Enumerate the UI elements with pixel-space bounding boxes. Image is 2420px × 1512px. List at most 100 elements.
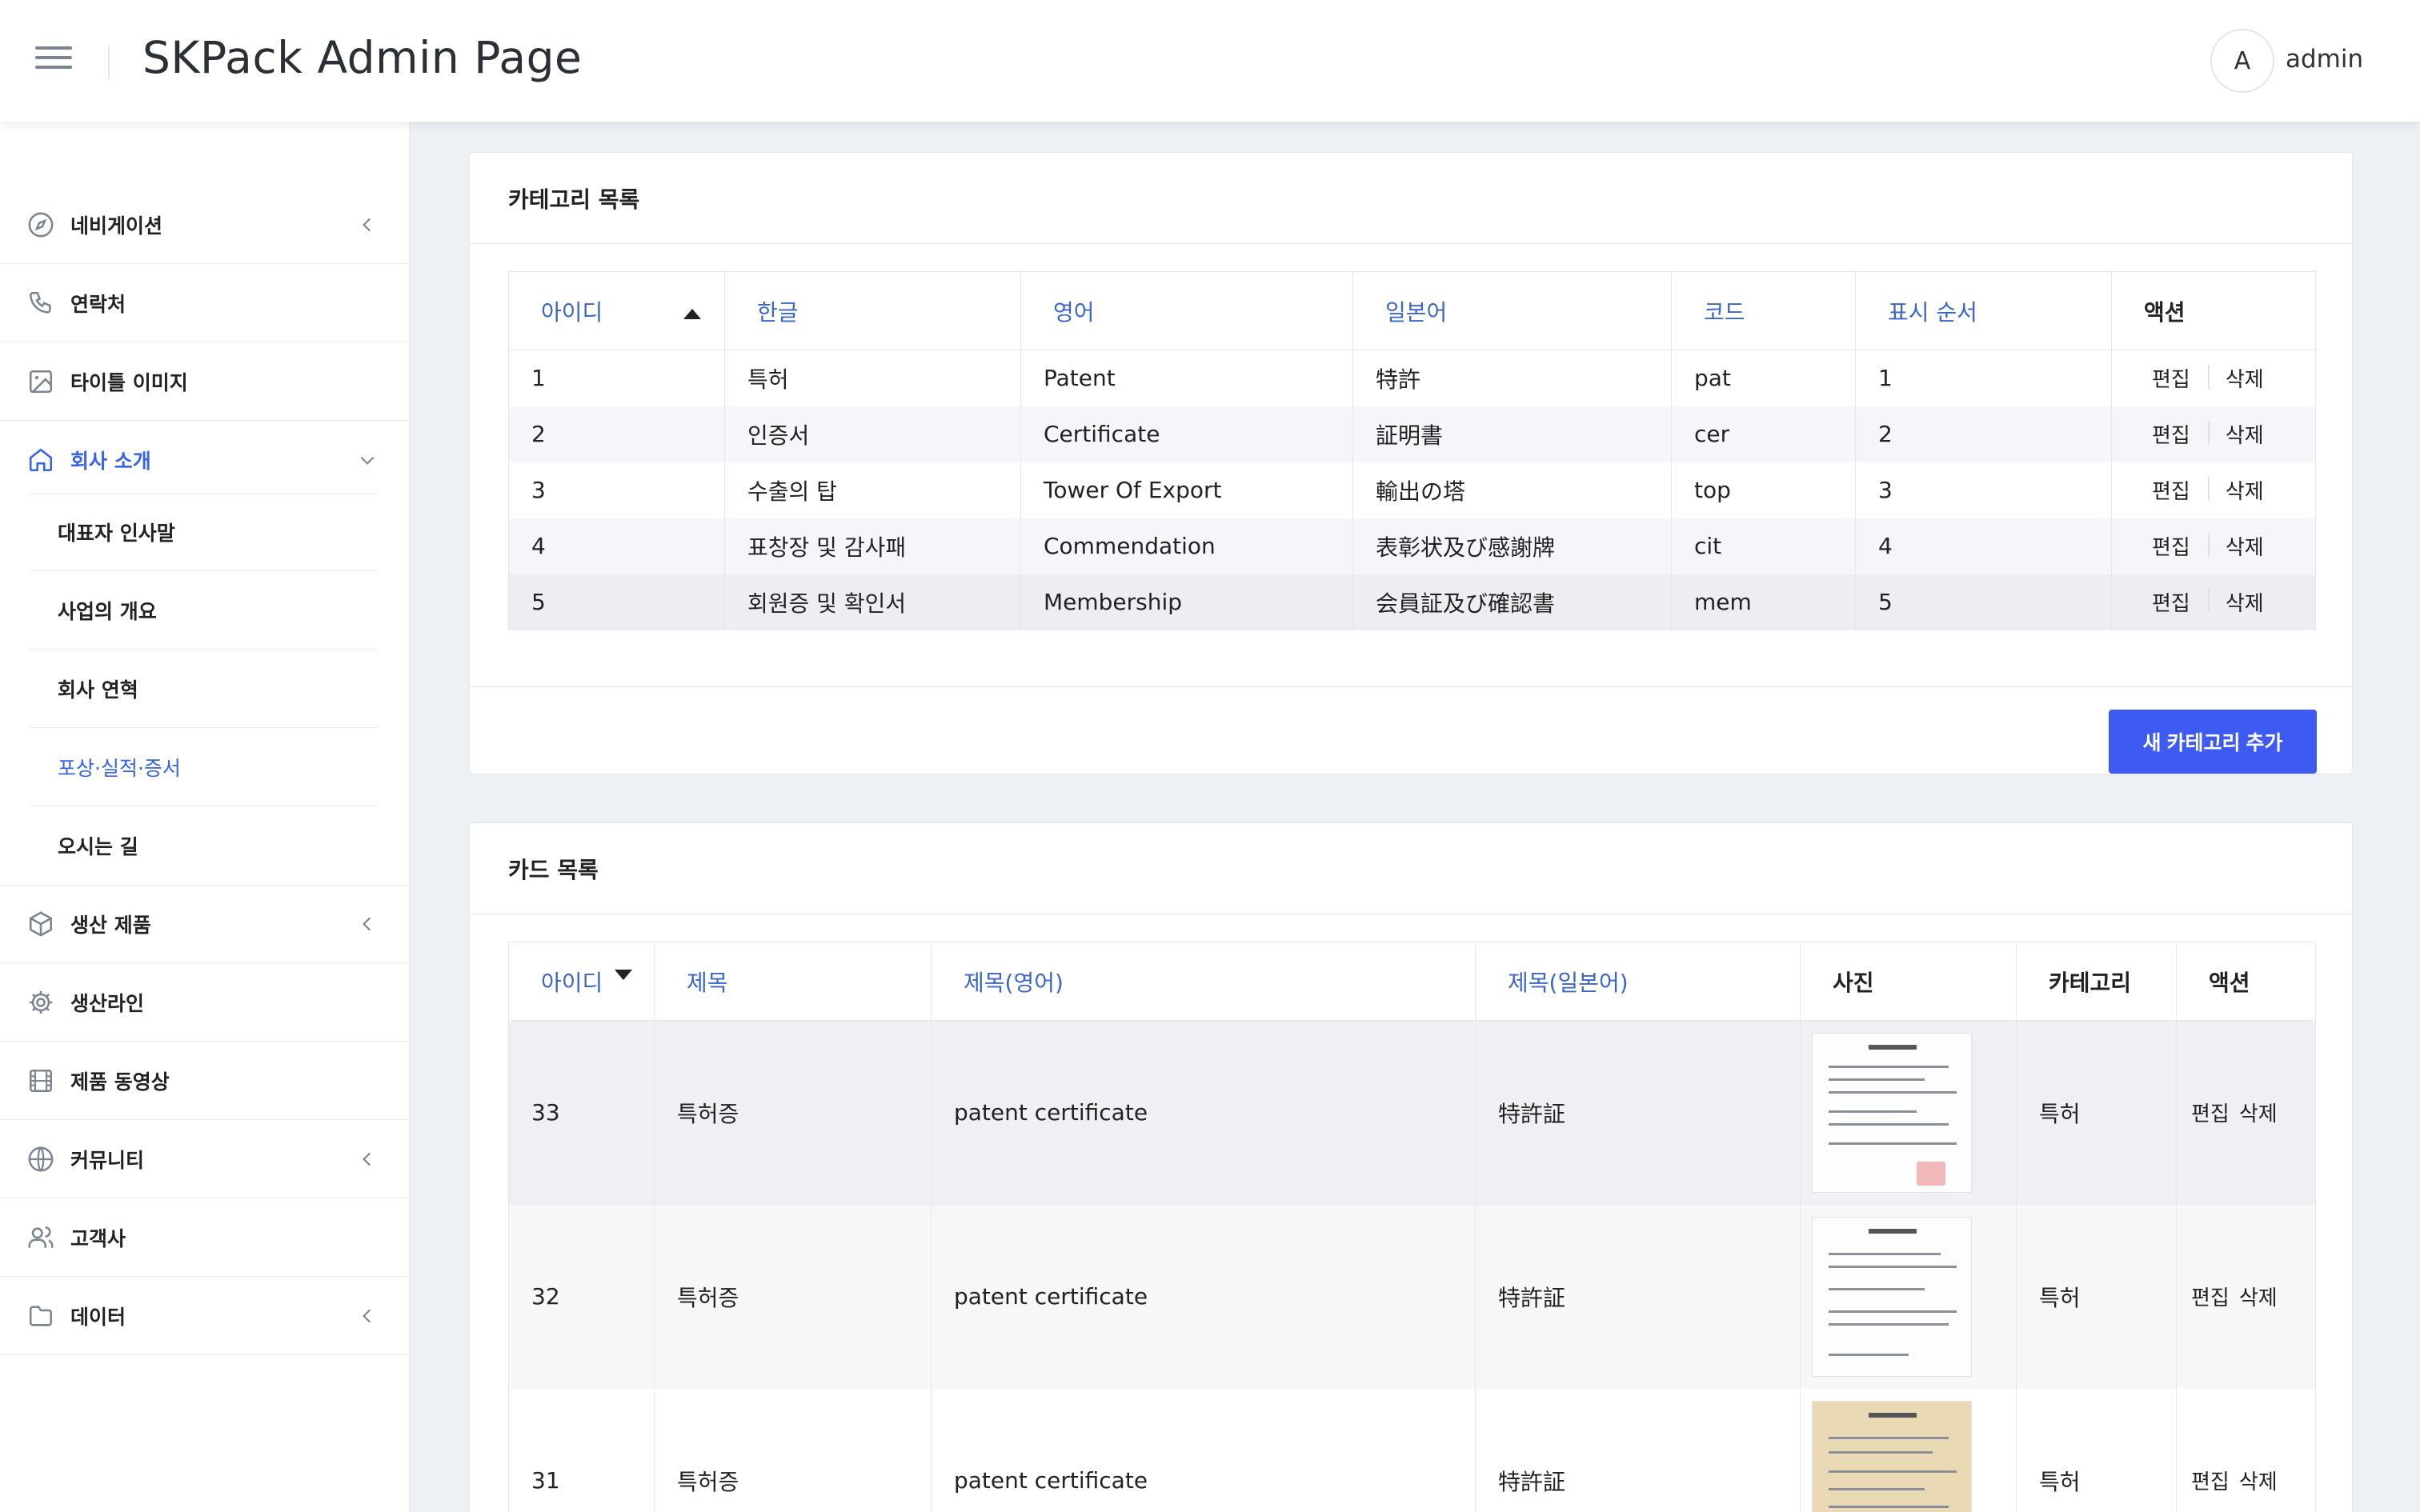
sidebar-subitem-label: 대표자 인사말 — [58, 522, 175, 545]
column-header-code[interactable]: 코드 — [1671, 271, 1856, 350]
column-header-id[interactable]: 아이디 — [508, 942, 655, 1021]
cell-order: 3 — [1855, 462, 2112, 518]
column-header-display-order[interactable]: 표시 순서 — [1855, 271, 2112, 350]
cell-id: 1 — [508, 350, 725, 406]
page-title: SKPack Admin Page — [142, 32, 583, 83]
column-header-title-english[interactable]: 제목(영어) — [931, 942, 1476, 1021]
card-table: 아이디 제목 제목(영어) 제목(일본어) 사진 카테고리 액션 33 특허증 … — [508, 942, 2316, 1512]
edit-button[interactable]: 편집 — [2134, 419, 2208, 449]
cell-english: Certificate — [1020, 406, 1353, 462]
users-icon — [28, 1226, 54, 1248]
cell-japanese: 輸出の塔 — [1352, 462, 1672, 518]
cell-order: 5 — [1855, 574, 2112, 630]
cell-japanese: 特許 — [1352, 350, 1672, 406]
sidebar-subitem-greeting[interactable]: 대표자 인사말 — [29, 493, 378, 571]
sidebar-item-label: 데이터 — [70, 1305, 126, 1329]
sidebar-subitem-directions[interactable]: 오시는 길 — [29, 806, 378, 885]
column-header-title-japanese[interactable]: 제목(일본어) — [1475, 942, 1801, 1021]
cell-actions: 편집 삭제 — [2176, 1388, 2316, 1512]
column-header-title[interactable]: 제목 — [654, 942, 932, 1021]
sort-descending-icon[interactable] — [615, 970, 632, 980]
sidebar-item-data[interactable]: 데이터 — [0, 1277, 410, 1355]
category-table: 아이디 한글 영어 일본어 코드 표시 순서 액션 1 특허 Patent 特許… — [508, 271, 2316, 630]
sidebar-subitem-overview[interactable]: 사업의 개요 — [29, 571, 378, 650]
sidebar-item-navigation[interactable]: 네비게이션 — [0, 186, 410, 264]
delete-button[interactable]: 삭제 — [2207, 587, 2282, 617]
sidebar-item-label: 연락처 — [70, 292, 126, 316]
certificate-thumbnail[interactable] — [1812, 1400, 1972, 1512]
delete-button[interactable]: 삭제 — [2207, 475, 2282, 505]
film-icon — [29, 1069, 53, 1092]
sidebar-item-company[interactable]: 회사 소개 — [0, 421, 410, 499]
sort-ascending-icon[interactable] — [683, 309, 701, 319]
edit-button[interactable]: 편집 — [2185, 1282, 2236, 1311]
column-header-japanese[interactable]: 일본어 — [1352, 271, 1672, 350]
column-header-korean[interactable]: 한글 — [724, 271, 1021, 350]
user-name[interactable]: admin — [2286, 45, 2363, 74]
delete-button[interactable]: 삭제 — [2207, 363, 2282, 393]
cell-category: 특허 — [2016, 1204, 2177, 1389]
certificate-thumbnail[interactable] — [1812, 1032, 1972, 1193]
edit-button[interactable]: 편집 — [2185, 1466, 2236, 1495]
delete-button[interactable]: 삭제 — [2236, 1466, 2281, 1495]
sidebar-item-label: 제품 동영상 — [70, 1070, 170, 1094]
cell-code: mem — [1671, 574, 1856, 630]
cell-title-japanese: 特許証 — [1475, 1388, 1801, 1512]
sidebar-item-label: 생산 제품 — [70, 914, 151, 937]
edit-button[interactable]: 편집 — [2134, 587, 2208, 617]
delete-button[interactable]: 삭제 — [2207, 419, 2282, 449]
cell-english: Tower Of Export — [1020, 462, 1353, 518]
edit-button[interactable]: 편집 — [2185, 1098, 2236, 1127]
sidebar-subitem-history[interactable]: 회사 연혁 — [29, 650, 378, 728]
cell-id: 32 — [508, 1204, 655, 1389]
cell-id: 3 — [508, 462, 725, 518]
cell-order: 1 — [1855, 350, 2112, 406]
edit-button[interactable]: 편집 — [2134, 363, 2208, 393]
sidebar-item-products[interactable]: 생산 제품 — [0, 885, 410, 963]
sidebar-item-customers[interactable]: 고객사 — [0, 1198, 410, 1277]
cell-japanese: 会員証及び確認書 — [1352, 574, 1672, 630]
header-divider — [108, 45, 110, 78]
cell-actions: 편집 삭제 — [2111, 350, 2316, 406]
cell-id: 2 — [508, 406, 725, 462]
table-header-row: 아이디 한글 영어 일본어 코드 표시 순서 액션 — [508, 271, 2316, 350]
cell-order: 4 — [1855, 518, 2112, 574]
edit-button[interactable]: 편집 — [2134, 531, 2208, 561]
sidebar-item-label: 회사 소개 — [70, 450, 151, 473]
sidebar-subitem-label: 사업의 개요 — [58, 599, 157, 623]
cell-code: cit — [1671, 518, 1856, 574]
avatar[interactable]: A — [2210, 29, 2274, 93]
delete-button[interactable]: 삭제 — [2236, 1282, 2281, 1311]
delete-button[interactable]: 삭제 — [2236, 1098, 2281, 1127]
box-icon — [29, 911, 53, 937]
sidebar-item-community[interactable]: 커뮤니티 — [0, 1120, 410, 1198]
cell-korean: 표창장 및 감사패 — [724, 518, 1021, 574]
cell-actions: 편집 삭제 — [2111, 462, 2316, 518]
menu-toggle-icon[interactable] — [35, 46, 72, 75]
column-header-id[interactable]: 아이디 — [508, 271, 725, 350]
table-row: 5 회원증 및 확인서 Membership 会員証及び確認書 mem 5 편집… — [508, 574, 2316, 630]
cell-japanese: 表彰状及び感謝牌 — [1352, 518, 1672, 574]
sidebar-item-label: 생산라인 — [70, 991, 145, 1015]
cell-title: 특허증 — [654, 1020, 932, 1205]
cell-title: 특허증 — [654, 1388, 932, 1512]
sidebar-subitem-awards[interactable]: 포상·실적·증서 — [29, 728, 378, 806]
cell-title: 특허증 — [654, 1204, 932, 1389]
delete-button[interactable]: 삭제 — [2207, 531, 2282, 561]
sidebar-item-label: 네비게이션 — [70, 214, 163, 238]
sidebar-item-product-video[interactable]: 제품 동영상 — [0, 1042, 410, 1120]
sidebar-item-contact[interactable]: 연락처 — [0, 264, 410, 342]
cell-title-english: patent certificate — [931, 1204, 1476, 1389]
add-category-button[interactable]: 새 카테고리 추가 — [2109, 710, 2317, 774]
table-row: 31 특허증 patent certificate 特許証 특허 편집 삭제 — [508, 1388, 2316, 1512]
home-icon — [29, 448, 53, 472]
certificate-thumbnail[interactable] — [1812, 1216, 1972, 1377]
cell-photo — [1800, 1204, 2017, 1389]
compass-icon — [28, 212, 54, 237]
cell-id: 31 — [508, 1388, 655, 1512]
table-row: 3 수출의 탑 Tower Of Export 輸出の塔 top 3 편집 삭제 — [508, 462, 2316, 518]
column-header-english[interactable]: 영어 — [1020, 271, 1353, 350]
sidebar-item-title-image[interactable]: 타이틀 이미지 — [0, 342, 410, 421]
edit-button[interactable]: 편집 — [2134, 475, 2208, 505]
sidebar-item-production-line[interactable]: 생산라인 — [0, 963, 410, 1042]
